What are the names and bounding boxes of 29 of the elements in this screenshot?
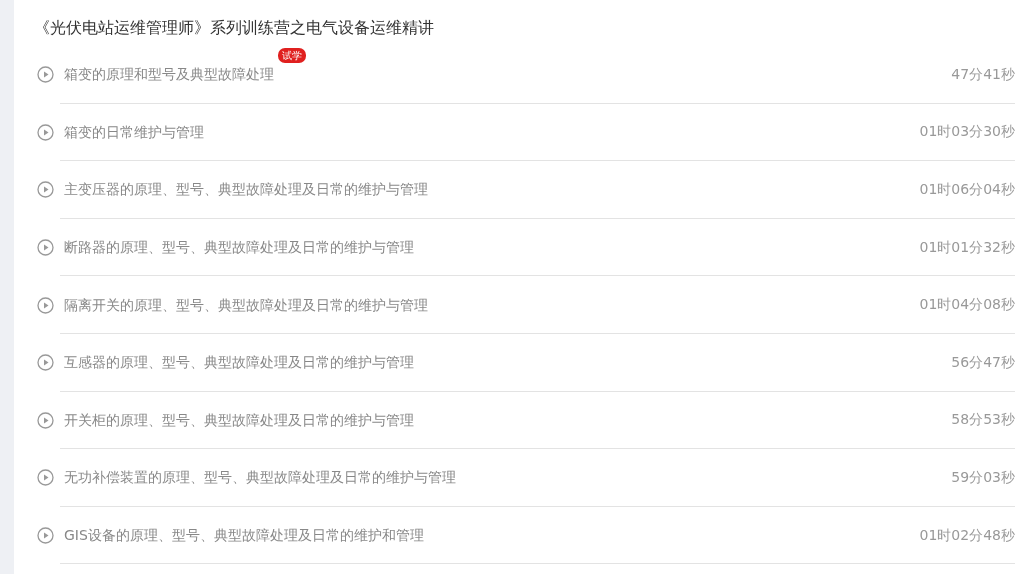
play-icon — [37, 469, 54, 487]
play-icon — [37, 296, 54, 314]
play-icon — [37, 66, 54, 84]
lesson-title[interactable]: GIS设备的原理、型号、典型故障处理及日常的维护和管理 — [64, 527, 424, 544]
lesson-title[interactable]: 断路器的原理、型号、典型故障处理及日常的维护与管理 — [64, 239, 414, 256]
lesson-title[interactable]: 主变压器的原理、型号、典型故障处理及日常的维护与管理 — [64, 181, 428, 198]
play-icon — [37, 411, 54, 429]
lesson-title[interactable]: 隔离开关的原理、型号、典型故障处理及日常的维护与管理 — [64, 296, 428, 313]
lesson-duration: 01时04分08秒 — [919, 295, 1015, 315]
lesson-duration: 01时01分32秒 — [919, 237, 1015, 257]
lesson-duration: 01时03分30秒 — [919, 122, 1015, 142]
course-title: 《光伏电站运维管理师》系列训练营之电气设备运维精讲 — [34, 17, 434, 39]
play-icon — [37, 354, 54, 372]
play-icon — [37, 527, 54, 545]
lesson-duration: 59分03秒 — [951, 467, 1015, 487]
lesson-title[interactable]: 互感器的原理、型号、典型故障处理及日常的维护与管理 — [64, 354, 414, 371]
trial-badge: 试学 — [278, 48, 306, 64]
play-icon — [37, 239, 54, 257]
lesson-duration: 01时06分04秒 — [919, 180, 1015, 199]
lesson-duration: 58分53秒 — [951, 410, 1015, 430]
lesson-title[interactable]: 开关柜的原理、型号、典型故障处理及日常的维护与管理 — [64, 411, 414, 428]
lesson-duration: 01时02分48秒 — [919, 525, 1015, 545]
lesson-duration: 47分41秒 — [951, 64, 1015, 84]
lesson-title[interactable]: 无功补偿装置的原理、型号、典型故障处理及日常的维护与管理 — [64, 469, 456, 486]
lesson-title[interactable]: 箱变的原理和型号及典型故障处理 — [64, 66, 274, 83]
lesson-duration: 56分47秒 — [951, 352, 1015, 372]
lesson-title[interactable]: 箱变的日常维护与管理 — [64, 123, 204, 140]
play-icon — [37, 123, 54, 141]
play-icon — [37, 181, 54, 199]
